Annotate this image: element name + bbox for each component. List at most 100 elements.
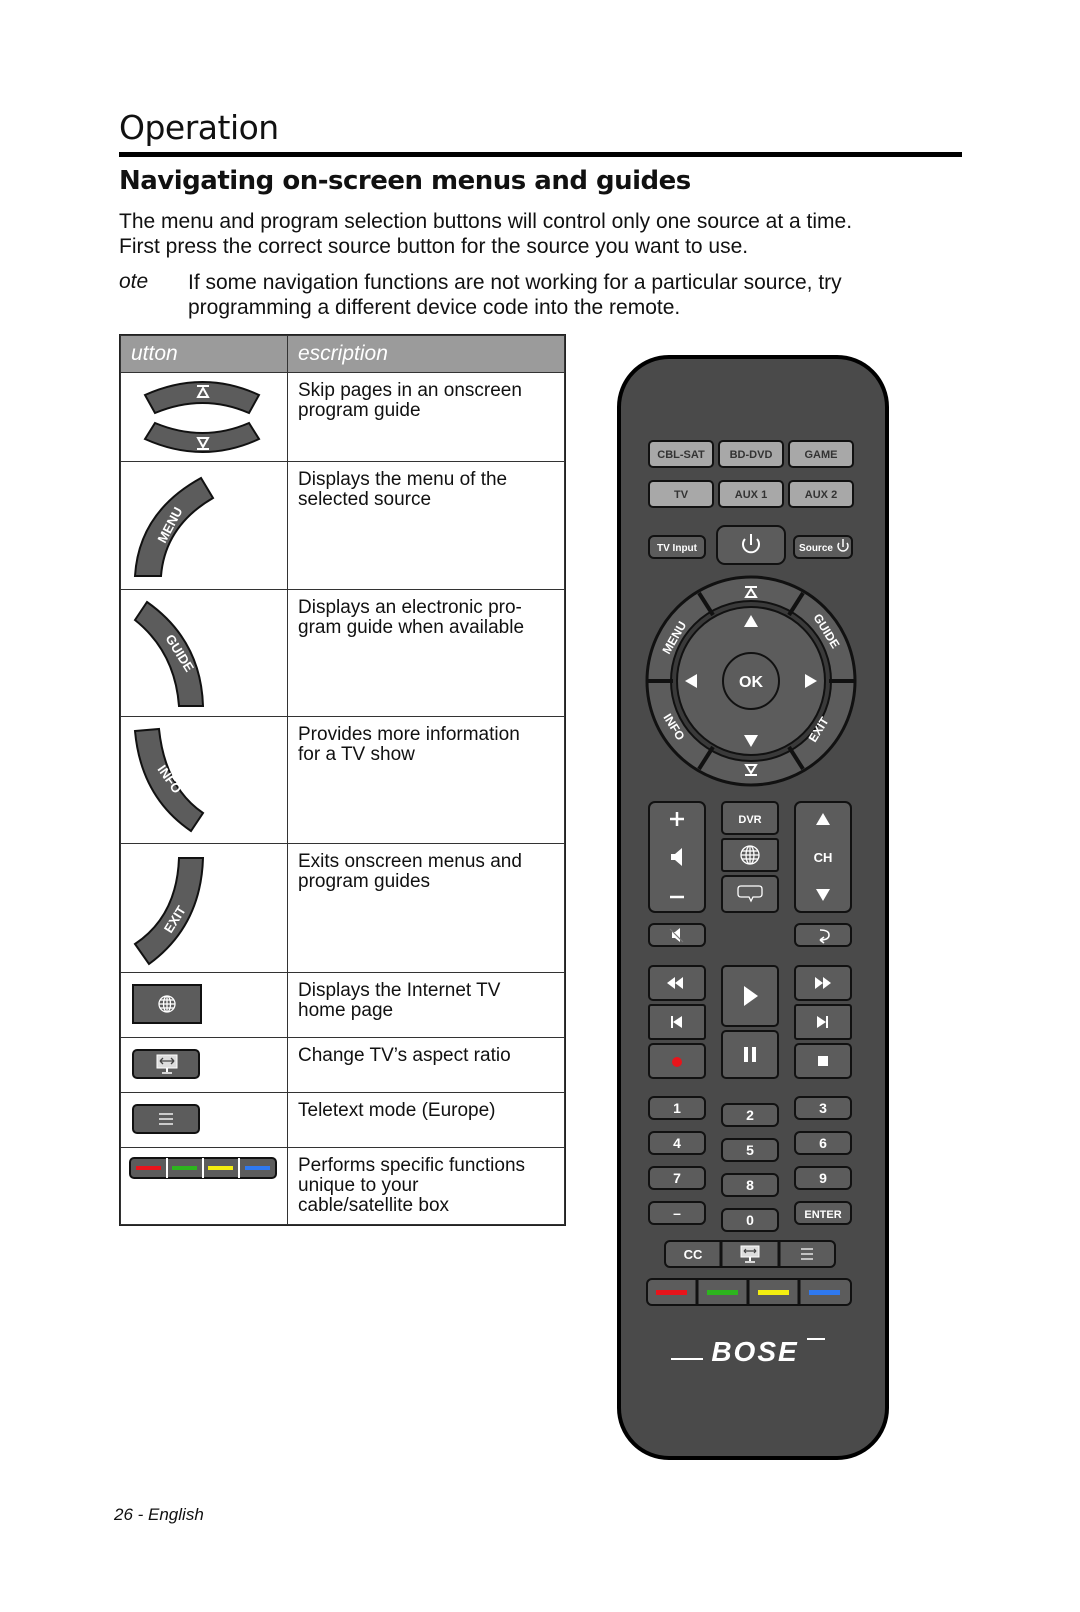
key-9: 9 xyxy=(794,1166,852,1190)
button-illustration xyxy=(120,372,288,462)
column-header-description: escription xyxy=(287,335,565,373)
description-line: program guides xyxy=(298,871,431,892)
svg-text:6: 6 xyxy=(819,1135,827,1151)
internet-button xyxy=(721,838,779,872)
button-illustration xyxy=(120,1147,288,1225)
svg-text:–: – xyxy=(673,1205,681,1221)
tv-input-button: TV Input xyxy=(648,535,706,559)
rewind-button xyxy=(648,965,706,1001)
description-cell: Change TV’s aspect ratio xyxy=(287,1037,565,1093)
intro-line: First press the correct source button fo… xyxy=(119,235,749,258)
description-line: program guide xyxy=(298,400,421,421)
color-buttons-icon xyxy=(129,1157,277,1179)
description-line: Exits onscreen menus and xyxy=(298,851,522,872)
record-button xyxy=(648,1043,706,1079)
remote-control-illustration: CBL-SAT BD-DVD GAME TV AUX 1 AUX 2 TV In… xyxy=(617,355,889,1460)
button-illustration xyxy=(120,972,288,1038)
description-line: Skip pages in an onscreen xyxy=(298,380,522,401)
description-cell: Performs specific functions unique to yo… xyxy=(287,1147,565,1225)
key-7: 7 xyxy=(648,1166,706,1190)
key-dash: – xyxy=(648,1201,706,1225)
svg-text:BD-DVD: BD-DVD xyxy=(730,449,773,461)
table-row: Performs specific functions unique to yo… xyxy=(120,1147,565,1225)
cc-button: CC xyxy=(684,1247,703,1262)
description-line: Change TV’s aspect ratio xyxy=(298,1045,511,1066)
svg-text:ENTER: ENTER xyxy=(804,1209,841,1221)
key-3: 3 xyxy=(794,1096,852,1120)
globe-icon xyxy=(740,845,760,865)
description-line: home page xyxy=(298,1000,394,1021)
button-illustration: EXIT xyxy=(120,843,288,973)
button-illustration: MENU xyxy=(120,461,288,590)
description-cell: Provides more information for a TV show xyxy=(287,716,565,844)
title-rule xyxy=(119,152,962,157)
svg-text:9: 9 xyxy=(819,1170,827,1186)
table-row: GUIDE Displays an electronic pro- gram g… xyxy=(120,589,565,717)
svg-text:CBL-SAT: CBL-SAT xyxy=(657,449,705,461)
dvr-button: DVR xyxy=(721,801,779,835)
button-illustration xyxy=(120,1092,288,1148)
svg-text:7: 7 xyxy=(673,1170,681,1186)
stop-button xyxy=(794,1043,852,1079)
description-line: unique to your xyxy=(298,1175,419,1196)
table-row: Skip pages in an onscreen program guide xyxy=(120,372,565,462)
key-enter: ENTER xyxy=(794,1201,852,1225)
button-illustration: INFO xyxy=(120,716,288,844)
description-cell: Skip pages in an onscreen program guide xyxy=(287,372,565,462)
key-8: 8 xyxy=(721,1173,779,1197)
chat-button xyxy=(721,875,779,913)
channel-rocker: CH xyxy=(794,801,852,913)
source-button-bd-dvd: BD-DVD xyxy=(718,440,784,468)
teletext-button-icon xyxy=(132,1104,200,1134)
page-up-down-icon xyxy=(143,381,261,453)
description-line: Displays the Internet TV xyxy=(298,980,501,1001)
key-1: 1 xyxy=(648,1096,706,1120)
description-line: gram guide when available xyxy=(298,617,525,638)
description-cell: Displays the Internet TV home page xyxy=(287,972,565,1038)
description-line: Teletext mode (Europe) xyxy=(298,1100,496,1121)
key-6: 6 xyxy=(794,1131,852,1155)
description-line: for a TV show xyxy=(298,744,415,765)
blue-key-swatch xyxy=(245,1166,270,1170)
blue-key xyxy=(809,1290,840,1295)
svg-text:TV: TV xyxy=(674,489,689,501)
menu-arc-button-icon: MENU xyxy=(133,476,215,577)
table-row: EXIT Exits onscreen menus and program gu… xyxy=(120,843,565,973)
note-line: programming a different device code into… xyxy=(188,296,681,319)
last-channel-button xyxy=(794,923,852,947)
description-line: Provides more information xyxy=(298,724,520,745)
description-cell: Teletext mode (Europe) xyxy=(287,1092,565,1148)
ok-button: OK xyxy=(722,652,780,710)
globe-button-icon xyxy=(132,984,202,1024)
record-icon xyxy=(672,1057,682,1067)
svg-text:3: 3 xyxy=(819,1100,827,1116)
page-subtitle: Navigating on-screen menus and guides xyxy=(119,166,691,196)
svg-text:2: 2 xyxy=(746,1107,754,1123)
svg-text:4: 4 xyxy=(673,1135,681,1151)
info-arc-button-icon: INFO xyxy=(133,727,205,833)
key-0: 0 xyxy=(721,1208,779,1232)
button-illustration: GUIDE xyxy=(120,589,288,717)
globe-icon xyxy=(158,995,176,1013)
svg-text:0: 0 xyxy=(746,1212,754,1228)
description-line: selected source xyxy=(298,489,432,510)
description-line: Performs specific functions xyxy=(298,1155,526,1176)
fast-forward-button xyxy=(794,965,852,1001)
next-button xyxy=(794,1004,852,1040)
intro-paragraph: The menu and program selection buttons w… xyxy=(119,209,979,259)
svg-text:AUX 1: AUX 1 xyxy=(735,489,767,501)
exit-arc-button-icon: EXIT xyxy=(133,857,205,966)
description-cell: Exits onscreen menus and program guides xyxy=(287,843,565,973)
source-power-button: Source xyxy=(793,535,853,559)
table-header-row: utton escription xyxy=(120,335,565,373)
description-line: Displays an electronic pro- xyxy=(298,597,522,618)
yellow-key xyxy=(758,1290,789,1295)
source-button-cbl-sat: CBL-SAT xyxy=(648,440,714,468)
svg-text:5: 5 xyxy=(746,1142,754,1158)
section-title: Operation xyxy=(119,108,279,147)
power-button xyxy=(716,525,786,565)
table-row: INFO Provides more information for a TV … xyxy=(120,716,565,844)
note-text: If some navigation functions are not wor… xyxy=(188,270,928,320)
key-5: 5 xyxy=(721,1138,779,1162)
svg-text:BOSE: BOSE xyxy=(711,1336,798,1367)
